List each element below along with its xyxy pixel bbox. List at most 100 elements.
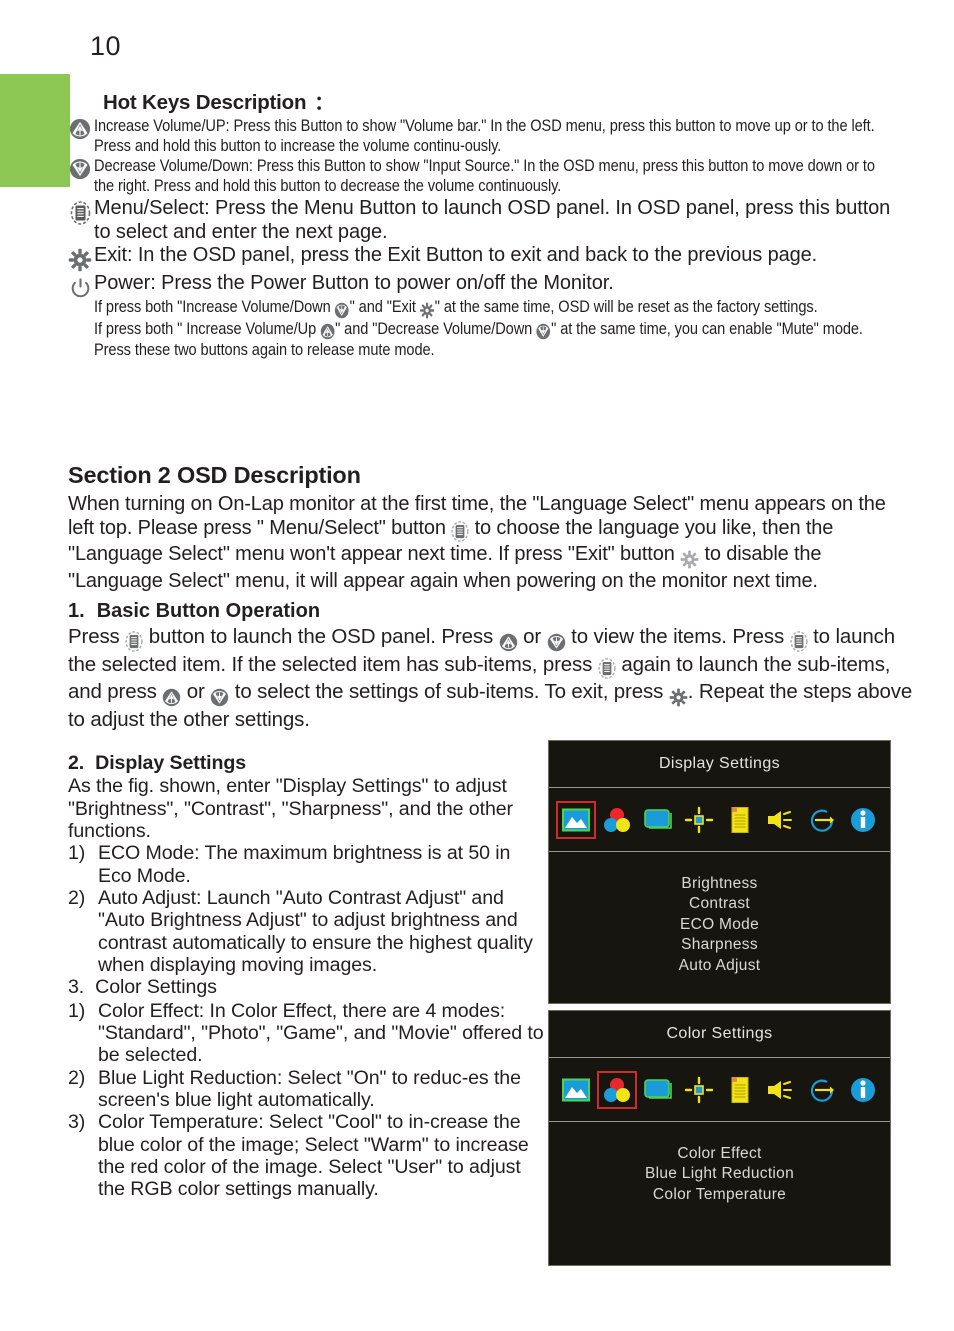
osd-item-list: Brightness Contrast ECO Mode Sharpness A…: [549, 852, 890, 976]
reset-icon[interactable]: [805, 1073, 839, 1107]
hot-key-text: Menu/Select: Press the Menu Button to la…: [94, 197, 896, 243]
document-icon[interactable]: [723, 1073, 757, 1107]
basic-button-operation-body: Press button to launch the OSD panel. Pr…: [68, 624, 918, 733]
menu-icon: [66, 197, 94, 226]
osd-item-list: Color Effect Blue Light Reduction Color …: [549, 1122, 890, 1205]
osd-item[interactable]: Blue Light Reduction: [549, 1164, 890, 1184]
hot-key-text: Decrease Volume/Down: Press this Button …: [94, 156, 896, 195]
list-marker: 1): [68, 999, 86, 1022]
bbo-part: or: [517, 625, 547, 648]
menu-icon: [125, 630, 143, 652]
hot-keys-heading-label: Hot Keys Description: [103, 91, 307, 114]
bbo-part: button to launch the OSD panel. Press: [143, 625, 499, 648]
picture-icon[interactable]: [555, 800, 596, 839]
volume-down-icon: [547, 633, 566, 652]
hot-keys-heading-colon: ：: [314, 93, 334, 114]
gear-icon: [420, 302, 435, 319]
hot-key-item: Increase Volume/UP: Press this Button to…: [66, 116, 896, 155]
settings-description-column: 2. Display Settings As the fig. shown, en…: [68, 752, 546, 1201]
list-marker: 2): [68, 1066, 86, 1089]
screen-icon[interactable]: [641, 803, 675, 837]
menu-icon: [598, 658, 616, 679]
hot-keys-heading: Hot Keys Description ：: [103, 88, 333, 115]
color-settings-label: Color Settings: [95, 976, 217, 999]
power-note-part1: If press both " Increase Volume/Up: [94, 318, 321, 338]
section2-intro: When turning on On-Lap monitor at the fi…: [68, 492, 908, 593]
picture-icon[interactable]: [559, 1073, 593, 1107]
display-settings-heading: 2. Display Settings: [68, 752, 546, 774]
gear-icon: [669, 688, 688, 707]
list-text: Color Effect: In Color Effect, there are…: [98, 999, 544, 1067]
list-item: 2) Auto Adjust: Launch "Auto Contrast Ad…: [68, 887, 546, 976]
info-icon[interactable]: [846, 1073, 880, 1107]
osd-color-settings-panel: Color Settings Color Effect Blue Light R…: [548, 1010, 891, 1266]
volume-down-icon: [210, 688, 229, 707]
list-item: 1) ECO Mode: The maximum brightness is a…: [68, 842, 546, 887]
display-settings-number: 2.: [68, 752, 85, 774]
osd-panel-title: Display Settings: [549, 741, 890, 788]
hot-key-text: Exit: In the OSD panel, press the Exit B…: [94, 244, 896, 267]
display-settings-label: Display Settings: [95, 752, 246, 774]
hot-key-paragraph: Decrease Volume/Down: Press this Button …: [94, 156, 875, 195]
screen-icon[interactable]: [641, 1073, 675, 1107]
osd-item[interactable]: Sharpness: [549, 935, 890, 955]
volume-up-icon: [499, 633, 518, 652]
osd-item[interactable]: Color Temperature: [549, 1185, 890, 1205]
osd-item[interactable]: ECO Mode: [549, 915, 890, 935]
volume-up-icon: [320, 323, 335, 340]
color-circles-icon[interactable]: [596, 1070, 637, 1109]
speaker-icon[interactable]: [764, 803, 798, 837]
hot-key-item: Menu/Select: Press the Menu Button to la…: [66, 197, 896, 243]
reset-icon[interactable]: [805, 803, 839, 837]
power-icon: [66, 272, 94, 299]
green-side-tab: [0, 74, 70, 187]
list-text: ECO Mode: The maximum brightness is at 5…: [98, 842, 511, 887]
hot-key-item: Power: Press the Power Button to power o…: [66, 272, 896, 360]
bbo-part: to select the settings of sub-items. To …: [229, 680, 669, 703]
list-text: Color Temperature: Select "Cool" to in-c…: [98, 1111, 529, 1201]
volume-down-icon: [536, 323, 551, 340]
display-settings-intro: As the fig. shown, enter "Display Settin…: [68, 775, 513, 842]
osd-icon-bar: [549, 788, 890, 852]
list-item: 1) Color Effect: In Color Effect, there …: [68, 1000, 546, 1067]
list-marker: 2): [68, 886, 86, 909]
page-number: 10: [90, 31, 122, 61]
volume-up-icon: [66, 116, 94, 140]
hot-keys-list: Increase Volume/UP: Press this Button to…: [66, 116, 896, 360]
power-note-part2: " and "Exit: [349, 296, 420, 316]
list-item: 3) Color Temperature: Select "Cool" to i…: [68, 1111, 546, 1200]
power-note: If press both "Increase Volume/Down " an…: [94, 297, 896, 319]
osd-item[interactable]: Contrast: [549, 894, 890, 914]
bbo-part: to view the items. Press: [565, 625, 790, 648]
power-note-part1: If press both "Increase Volume/Down: [94, 296, 335, 316]
osd-item[interactable]: Auto Adjust: [549, 956, 890, 976]
hot-key-item: Exit: In the OSD panel, press the Exit B…: [66, 244, 896, 272]
osd-item[interactable]: Brightness: [549, 874, 890, 894]
list-text: Auto Adjust: Launch "Auto Contrast Adjus…: [98, 886, 533, 976]
gear-icon: [66, 244, 94, 272]
color-circles-icon[interactable]: [600, 803, 634, 837]
document-icon[interactable]: [723, 803, 757, 837]
hot-key-paragraph: Power: Press the Power Button to power o…: [94, 271, 614, 294]
speaker-icon[interactable]: [764, 1073, 798, 1107]
section2-heading: Section 2 OSD Description: [68, 462, 361, 488]
hot-key-text: Power: Press the Power Button to power o…: [94, 272, 896, 360]
gear-icon: [680, 550, 699, 569]
power-note-part2: " and "Decrease Volume/Down: [335, 318, 537, 338]
bbo-part: or: [181, 680, 211, 703]
color-settings-heading: 3. Color Settings: [68, 976, 546, 998]
manual-page: 10 Hot Keys Description ： Increase Volume…: [0, 0, 954, 1331]
info-icon[interactable]: [846, 803, 880, 837]
power-note-part3: " at the same time, OSD will be reset as…: [434, 296, 818, 316]
list-marker: 3): [68, 1111, 86, 1134]
basic-button-operation-heading: 1. Basic Button Operation: [68, 600, 320, 623]
volume-down-icon: [66, 156, 94, 180]
osd-display-settings-panel: Display Settings Brightness Contrast ECO…: [548, 740, 891, 1004]
volume-down-icon: [335, 302, 350, 319]
volume-up-icon: [162, 688, 181, 707]
brightness-cross-icon[interactable]: [682, 1073, 716, 1107]
brightness-cross-icon[interactable]: [682, 803, 716, 837]
basic-button-operation-label: Basic Button Operation: [96, 600, 321, 622]
osd-item[interactable]: Color Effect: [549, 1144, 890, 1164]
osd-icon-bar: [549, 1058, 890, 1122]
